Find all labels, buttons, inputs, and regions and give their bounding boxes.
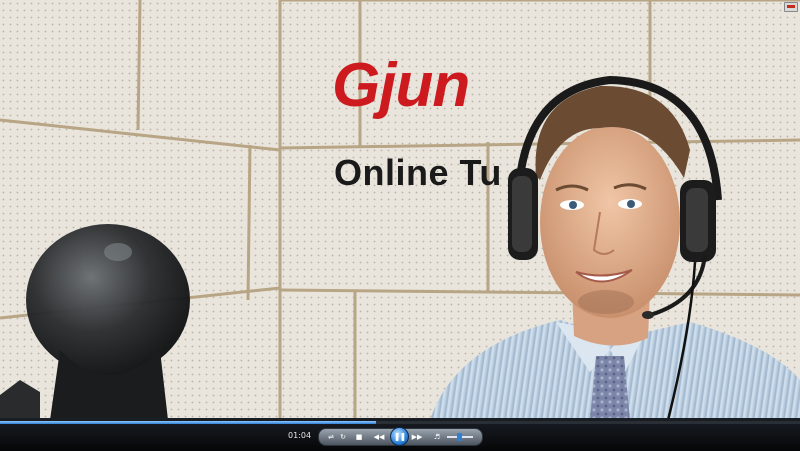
next-icon[interactable]: ▶▶ bbox=[409, 431, 425, 443]
playback-time: 01:04 bbox=[288, 431, 312, 440]
speaker-icon[interactable]: ♬ bbox=[431, 431, 443, 443]
shuffle-icon[interactable]: ⇌ bbox=[325, 431, 337, 443]
seek-progress bbox=[0, 421, 376, 424]
repeat-icon[interactable]: ↻ bbox=[337, 431, 349, 443]
previous-icon[interactable]: ◀◀ bbox=[371, 431, 387, 443]
media-player: Gjun Online Tu 01:04 ⇌ ↻ ■ ◀◀ ▶▶ ♬ ❚❚ bbox=[0, 0, 800, 451]
video-frame bbox=[0, 0, 800, 451]
stop-icon[interactable]: ■ bbox=[353, 431, 365, 443]
volume-slider[interactable] bbox=[445, 431, 475, 443]
seek-bar[interactable] bbox=[0, 421, 800, 424]
pause-icon[interactable]: ❚❚ bbox=[390, 427, 409, 446]
restore-window-icon[interactable] bbox=[784, 2, 798, 12]
